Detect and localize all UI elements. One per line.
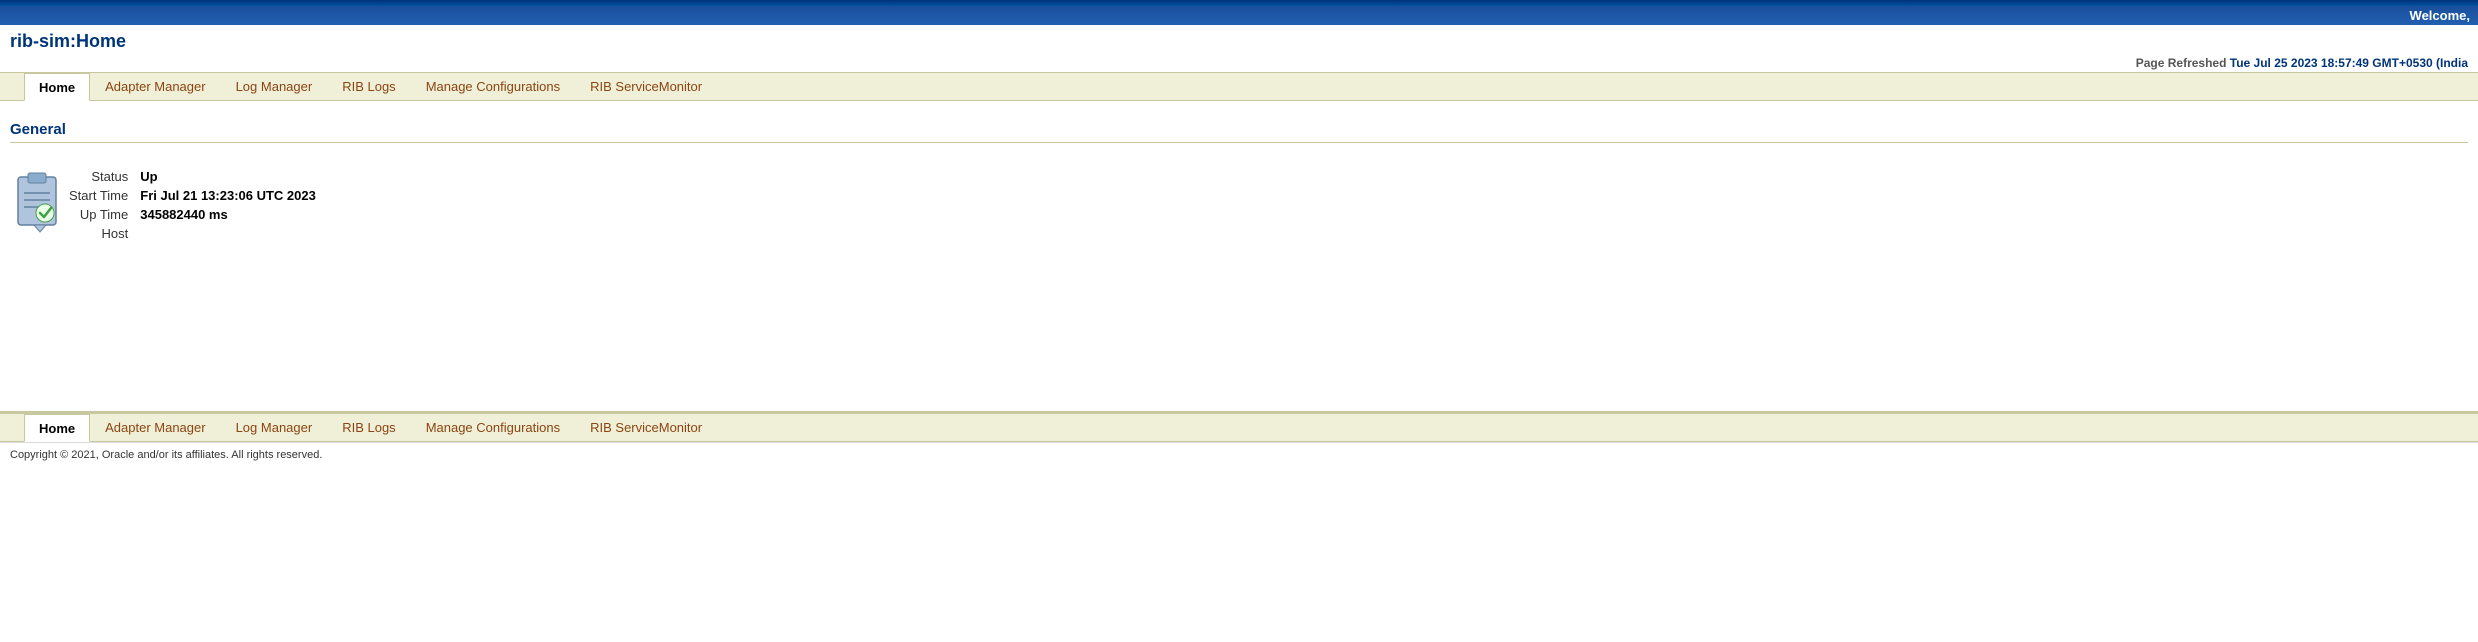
page-refreshed: Page Refreshed Tue Jul 25 2023 18:57:49 …	[0, 54, 2478, 72]
bottom-nav-tab-adapter-manager[interactable]: Adapter Manager	[90, 414, 220, 441]
bottom-nav-container: Home Adapter Manager Log Manager RIB Log…	[0, 411, 2478, 442]
host-value	[136, 224, 320, 243]
nav-tab-rib-service-monitor[interactable]: RIB ServiceMonitor	[575, 73, 717, 100]
page-title: rib-sim:Home	[0, 25, 2478, 54]
bottom-nav-tab-home[interactable]: Home	[24, 414, 90, 442]
status-label: Status	[65, 167, 136, 186]
nav-tab-rib-logs[interactable]: RIB Logs	[327, 73, 410, 100]
nav-tab-log-manager[interactable]: Log Manager	[221, 73, 328, 100]
status-icon	[10, 167, 65, 235]
copyright: Copyright © 2021, Oracle and/or its affi…	[0, 442, 2478, 467]
welcome-text: Welcome,	[2410, 8, 2470, 23]
start-time-label: Start Time	[65, 186, 136, 205]
page-refreshed-label: Page Refreshed	[2136, 56, 2227, 70]
page-refreshed-datetime: Tue Jul 25 2023 18:57:49 GMT+0530 (India	[2226, 56, 2468, 70]
top-nav: Home Adapter Manager Log Manager RIB Log…	[0, 72, 2478, 101]
up-time-value: 345882440 ms	[136, 205, 320, 224]
welcome-bar: Welcome,	[0, 6, 2478, 25]
bottom-nav: Home Adapter Manager Log Manager RIB Log…	[0, 413, 2478, 442]
status-value: Up	[136, 167, 320, 186]
nav-tab-home[interactable]: Home	[24, 73, 90, 101]
status-table: Status Up Start Time Fri Jul 21 13:23:06…	[65, 167, 320, 243]
bottom-nav-tab-log-manager[interactable]: Log Manager	[221, 414, 328, 441]
bottom-nav-tab-manage-configurations[interactable]: Manage Configurations	[411, 414, 575, 441]
status-area: Status Up Start Time Fri Jul 21 13:23:06…	[10, 157, 2468, 253]
nav-tab-adapter-manager[interactable]: Adapter Manager	[90, 73, 220, 100]
host-label: Host	[65, 224, 136, 243]
bottom-nav-tab-rib-service-monitor[interactable]: RIB ServiceMonitor	[575, 414, 717, 441]
general-section-title: General	[10, 121, 2468, 143]
main-content: General Status	[0, 101, 2478, 401]
up-time-label: Up Time	[65, 205, 136, 224]
nav-tab-manage-configurations[interactable]: Manage Configurations	[411, 73, 575, 100]
bottom-nav-tab-rib-logs[interactable]: RIB Logs	[327, 414, 410, 441]
start-time-value: Fri Jul 21 13:23:06 UTC 2023	[136, 186, 320, 205]
